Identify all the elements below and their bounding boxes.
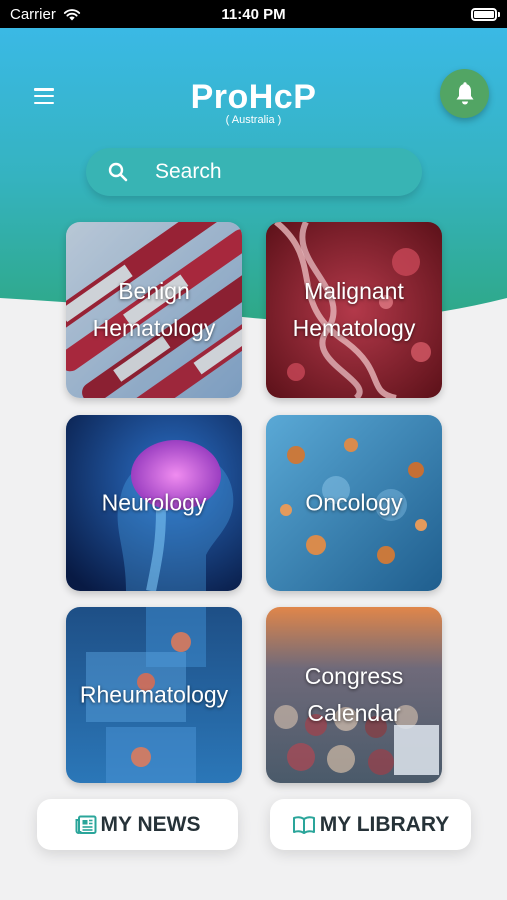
category-tile-benign-hematology[interactable]: Benign Hematology bbox=[66, 222, 242, 398]
category-tile-oncology[interactable]: Oncology bbox=[266, 415, 442, 591]
carrier-label: Carrier bbox=[10, 5, 56, 23]
status-time: 11:40 PM bbox=[221, 5, 286, 23]
status-bar: Carrier 11:40 PM bbox=[0, 0, 507, 28]
category-label: Oncology bbox=[305, 489, 403, 516]
app-title: ProHcP bbox=[190, 78, 317, 116]
category-label: Rheumatology bbox=[79, 681, 229, 708]
category-tile-neurology[interactable]: Neurology bbox=[66, 415, 242, 591]
search-icon bbox=[108, 162, 128, 182]
my-news-label: MY NEWS bbox=[100, 812, 201, 836]
category-tile-rheumatology[interactable]: Rheumatology bbox=[66, 607, 242, 783]
battery-icon bbox=[471, 7, 500, 21]
search-input[interactable] bbox=[155, 160, 395, 184]
wifi-icon bbox=[63, 8, 80, 20]
my-library-label: MY LIBRARY bbox=[319, 812, 450, 836]
category-label: Malignant Hematology bbox=[292, 278, 416, 341]
my-news-button[interactable]: MY NEWS bbox=[37, 799, 238, 850]
category-label: Benign Hematology bbox=[92, 278, 216, 341]
category-label: Neurology bbox=[101, 489, 207, 516]
newspaper-icon bbox=[75, 815, 97, 834]
app-brand: ProHcP ( Australia ) bbox=[0, 77, 507, 126]
app-region: ( Australia ) bbox=[225, 114, 282, 126]
category-tile-malignant-hematology[interactable]: Malignant Hematology bbox=[266, 222, 442, 398]
my-library-button[interactable]: MY LIBRARY bbox=[270, 799, 471, 850]
book-icon bbox=[292, 815, 315, 834]
bell-icon bbox=[456, 81, 473, 104]
notifications-button[interactable] bbox=[440, 69, 489, 118]
category-tile-congress-calendar[interactable]: Congress Calendar bbox=[266, 607, 442, 783]
search-bar[interactable] bbox=[86, 148, 422, 196]
category-label: Congress Calendar bbox=[304, 663, 404, 726]
